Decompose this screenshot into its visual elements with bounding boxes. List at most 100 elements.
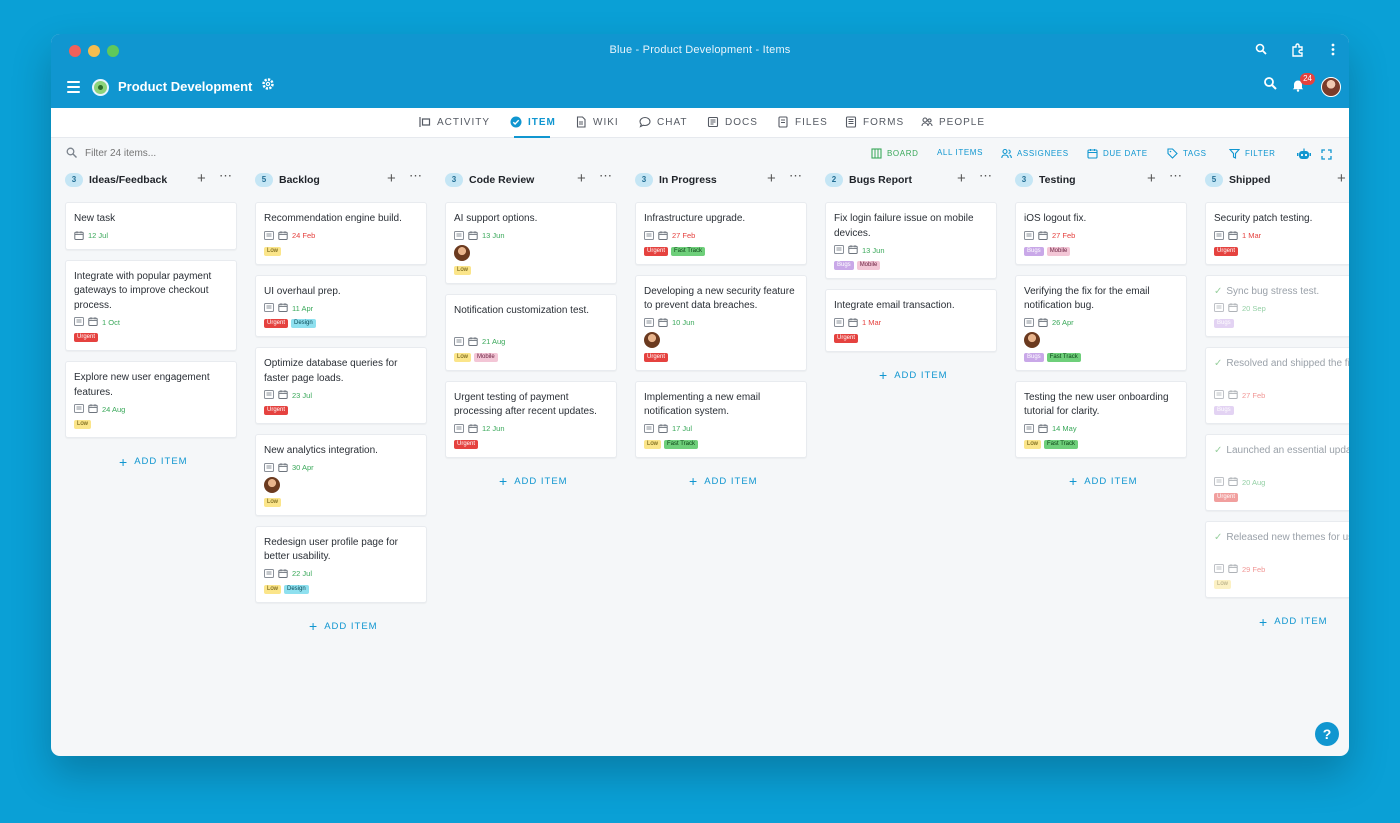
- column-title[interactable]: Bugs Report: [849, 174, 912, 186]
- tag-badge[interactable]: Low: [1214, 580, 1232, 589]
- task-card[interactable]: ✓Resolved and shipped the fix for the us…: [1205, 347, 1349, 424]
- add-item-button[interactable]: + ADD ITEM: [1259, 615, 1328, 629]
- column-more-icon[interactable]: ⋯: [219, 168, 233, 184]
- add-card-plus-icon[interactable]: +: [197, 170, 206, 187]
- task-card[interactable]: Notification customization test. 21 Aug Lo…: [445, 293, 617, 371]
- column-more-icon[interactable]: ⋯: [979, 168, 993, 184]
- add-card-plus-icon[interactable]: +: [957, 170, 966, 187]
- assignee-avatar[interactable]: [644, 331, 660, 348]
- task-card[interactable]: iOS logout fix. 27 Feb Bugs Mobile: [1015, 202, 1187, 265]
- column-title[interactable]: Shipped: [1229, 174, 1270, 186]
- tag-badge[interactable]: Low: [264, 497, 282, 507]
- add-card-plus-icon[interactable]: +: [1337, 170, 1346, 187]
- tab-item[interactable]: ITEM: [510, 116, 556, 128]
- assignee-avatar[interactable]: [454, 244, 470, 261]
- add-card-plus-icon[interactable]: +: [387, 170, 396, 187]
- tag-badge[interactable]: Urgent: [74, 333, 99, 342]
- task-card[interactable]: Optimize database queries for faster pag…: [255, 347, 427, 424]
- task-card[interactable]: Implementing a new email notification sy…: [635, 380, 807, 458]
- settings-gear-icon[interactable]: [261, 77, 275, 95]
- tag-badge[interactable]: Mobile: [474, 352, 498, 362]
- tag-badge[interactable]: Bugs: [1024, 246, 1044, 256]
- column-title[interactable]: In Progress: [659, 174, 717, 186]
- task-card[interactable]: Security patch testing. 1 Mar Urgent: [1205, 202, 1349, 265]
- column-title[interactable]: Backlog: [279, 174, 320, 186]
- tab-files[interactable]: FILES: [777, 116, 828, 128]
- column-more-icon[interactable]: ⋯: [599, 168, 613, 184]
- task-card[interactable]: New analytics integration. 30 Apr Low: [255, 434, 427, 516]
- help-button[interactable]: ?: [1315, 722, 1339, 746]
- filter-items-input[interactable]: [65, 145, 245, 161]
- tag-badge[interactable]: Urgent: [264, 319, 289, 328]
- add-item-button[interactable]: + ADD ITEM: [119, 455, 188, 469]
- add-card-plus-icon[interactable]: +: [577, 170, 586, 187]
- add-item-button[interactable]: + ADD ITEM: [689, 474, 758, 488]
- tag-badge[interactable]: Low: [74, 420, 92, 429]
- all-items-button[interactable]: ALL ITEMS: [937, 148, 983, 157]
- assignees-button[interactable]: ASSIGNEES: [1001, 148, 1069, 159]
- tags-button[interactable]: TAGS: [1167, 148, 1207, 159]
- column-title[interactable]: Testing: [1039, 174, 1076, 186]
- task-card[interactable]: Infrastructure upgrade. 27 Feb Urgent Fast …: [635, 202, 807, 265]
- tag-badge[interactable]: Bugs: [834, 261, 854, 270]
- tag-badge[interactable]: Urgent: [644, 352, 669, 362]
- tab-wiki[interactable]: WIKI: [575, 116, 619, 128]
- tab-docs[interactable]: DOCS: [707, 116, 758, 128]
- tag-badge[interactable]: Mobile: [856, 261, 881, 270]
- add-item-button[interactable]: + ADD ITEM: [1069, 474, 1138, 488]
- user-avatar[interactable]: [1321, 77, 1341, 97]
- task-card[interactable]: UI overhaul prep. 11 Apr Urgent Design: [255, 274, 427, 337]
- task-card[interactable]: Recommendation engine build. 24 Feb Low: [255, 202, 427, 265]
- tag-badge[interactable]: Urgent: [1214, 246, 1239, 256]
- zoom-icon[interactable]: [1255, 43, 1267, 58]
- task-card[interactable]: Explore new user engagement features. 24 …: [65, 361, 237, 438]
- tag-badge[interactable]: Low: [644, 439, 662, 449]
- tag-badge[interactable]: Low: [264, 584, 282, 594]
- tag-badge[interactable]: Fast Track: [671, 246, 706, 256]
- tag-badge[interactable]: Mobile: [1046, 246, 1071, 256]
- tag-badge[interactable]: Design: [284, 584, 309, 594]
- task-card[interactable]: Verifying the fix for the email notifica…: [1015, 274, 1187, 371]
- column-more-icon[interactable]: ⋯: [1169, 168, 1183, 184]
- task-card[interactable]: Fix login failure issue on mobile device…: [825, 202, 997, 279]
- extensions-icon[interactable]: [1291, 43, 1305, 60]
- tab-people[interactable]: PEOPLE: [921, 116, 985, 128]
- tab-chat[interactable]: CHAT: [639, 116, 687, 128]
- task-card[interactable]: ✓Released new themes for user customizat…: [1205, 521, 1349, 598]
- assignee-avatar[interactable]: [1024, 331, 1040, 348]
- add-item-button[interactable]: + ADD ITEM: [499, 474, 568, 488]
- tag-badge[interactable]: Urgent: [1214, 493, 1239, 502]
- column-title[interactable]: Code Review: [469, 174, 534, 186]
- tag-badge[interactable]: Design: [291, 319, 316, 328]
- task-card[interactable]: Urgent testing of payment processing aft…: [445, 380, 617, 458]
- task-card[interactable]: Redesign user profile page for better us…: [255, 525, 427, 603]
- filter-button[interactable]: FILTER: [1229, 148, 1276, 159]
- tag-badge[interactable]: Low: [1024, 439, 1042, 449]
- tag-badge[interactable]: Bugs: [1214, 319, 1234, 328]
- task-card[interactable]: ✓Launched an essential update to improve…: [1205, 434, 1349, 511]
- fullscreen-icon[interactable]: [1321, 147, 1332, 165]
- tag-badge[interactable]: Low: [454, 352, 472, 362]
- assignee-avatar[interactable]: [264, 476, 280, 493]
- tag-badge[interactable]: Low: [264, 246, 282, 256]
- task-card[interactable]: Developing a new security feature to pre…: [635, 274, 807, 371]
- tab-forms[interactable]: FORMS: [845, 116, 904, 128]
- add-card-plus-icon[interactable]: +: [767, 170, 776, 187]
- tag-badge[interactable]: Urgent: [644, 246, 669, 256]
- project-name[interactable]: Product Development: [118, 79, 252, 94]
- task-card[interactable]: Integrate with popular payment gateways …: [65, 259, 237, 351]
- more-menu-icon[interactable]: [1331, 43, 1335, 59]
- tag-badge[interactable]: Urgent: [834, 333, 859, 343]
- add-card-plus-icon[interactable]: +: [1147, 170, 1156, 187]
- due-date-button[interactable]: DUE DATE: [1087, 148, 1148, 159]
- search-icon[interactable]: [1263, 76, 1279, 92]
- tag-badge[interactable]: Urgent: [264, 406, 289, 415]
- add-item-button[interactable]: + ADD ITEM: [879, 368, 948, 382]
- tag-badge[interactable]: Fast Track: [1044, 439, 1079, 449]
- tag-badge[interactable]: Fast Track: [1046, 352, 1081, 362]
- task-card[interactable]: Testing the new user onboarding tutorial…: [1015, 380, 1187, 458]
- menu-icon[interactable]: [67, 81, 80, 93]
- add-item-button[interactable]: + ADD ITEM: [309, 619, 378, 633]
- tag-badge[interactable]: Bugs: [1024, 352, 1044, 362]
- board-view-button[interactable]: BOARD: [871, 148, 918, 159]
